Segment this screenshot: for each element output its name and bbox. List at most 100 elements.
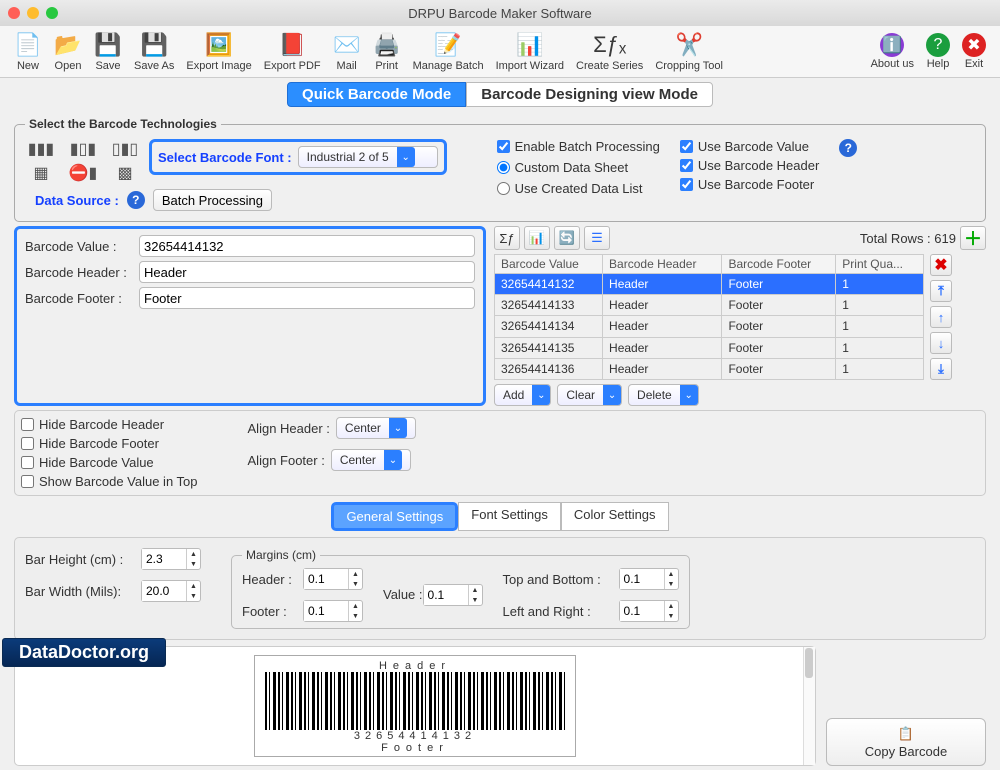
barcode-value-input[interactable] (139, 235, 475, 257)
mail-icon: ✉️ (333, 31, 361, 59)
print-icon: 🖨️ (373, 31, 401, 59)
toolbar-print[interactable]: 🖨️Print (367, 28, 407, 75)
hide-header-checkbox[interactable] (21, 418, 34, 431)
align-header-select[interactable]: Center⌄ (336, 417, 416, 439)
save-icon: 💾 (94, 31, 122, 59)
scrollbar[interactable] (803, 647, 815, 765)
main-toolbar: 📄New📂Open💾Save💾Save As🖼️Export Image📕Exp… (0, 26, 1000, 78)
watermark: DataDoctor.org (2, 638, 166, 667)
barcode-font-select[interactable]: Industrial 2 of 5⌄ (298, 146, 438, 168)
move-down-button[interactable]: ↓ (930, 332, 952, 354)
clear-button[interactable]: Clear⌄ (557, 384, 622, 406)
barcode-type-icons[interactable]: ▮▮▮▮▯▮▯▮▯ ▦⛔▮▩ (25, 139, 141, 183)
margin-footer-input[interactable]: ▲▼ (303, 600, 363, 622)
tab-quick-mode[interactable]: Quick Barcode Mode (287, 82, 466, 107)
import-wizard-icon: 📊 (516, 31, 544, 59)
series-icon[interactable]: Σƒ (494, 226, 520, 250)
exit-icon: ✖ (962, 33, 986, 57)
enable-batch-checkbox[interactable] (497, 140, 510, 153)
align-footer-select[interactable]: Center⌄ (331, 449, 411, 471)
barcode-values-box: Barcode Value : Barcode Header : Barcode… (14, 226, 486, 406)
custom-sheet-radio[interactable] (497, 161, 510, 174)
font-label: Select Barcode Font : (158, 150, 292, 165)
toolbar-import-wizard[interactable]: 📊Import Wizard (490, 28, 570, 75)
manage-batch-icon: 📝 (434, 31, 462, 59)
open-icon: 📂 (54, 31, 82, 59)
delete-row-button[interactable]: ✖ (930, 254, 952, 276)
bar-width-input[interactable]: ▲▼ (141, 580, 201, 602)
move-top-button[interactable]: ⤒ (930, 280, 952, 302)
about us-icon: ℹ️ (880, 33, 904, 57)
bar-height-input[interactable]: ▲▼ (141, 548, 201, 570)
use-value-checkbox[interactable] (680, 140, 693, 153)
move-up-button[interactable]: ↑ (930, 306, 952, 328)
create-series-icon: Σƒₓ (596, 31, 624, 59)
created-list-radio[interactable] (497, 182, 510, 195)
barcode-header-input[interactable] (139, 261, 475, 283)
list-icon[interactable]: ☰ (584, 226, 610, 250)
tab-general-settings[interactable]: General Settings (331, 502, 458, 531)
tab-design-mode[interactable]: Barcode Designing view Mode (466, 82, 713, 107)
show-value-top-checkbox[interactable] (21, 475, 34, 488)
toolbar-save[interactable]: 💾Save (88, 28, 128, 75)
value-label: Barcode Value : (25, 239, 135, 254)
table-row[interactable]: 32654414136HeaderFooter1 (495, 358, 924, 379)
margin-tb-input[interactable]: ▲▼ (619, 568, 679, 590)
table-row[interactable]: 32654414135HeaderFooter1 (495, 337, 924, 358)
copy-barcode-button[interactable]: 📋 Copy Barcode (826, 718, 986, 766)
toolbar-exit[interactable]: ✖Exit (956, 28, 992, 75)
add-button[interactable]: Add⌄ (494, 384, 551, 406)
toolbar-manage-batch[interactable]: 📝Manage Batch (407, 28, 490, 75)
export-pdf-icon: 📕 (278, 31, 306, 59)
barcode-footer-input[interactable] (139, 287, 475, 309)
add-row-button[interactable]: ＋ (960, 226, 986, 250)
save-as-icon: 💾 (140, 31, 168, 59)
margin-header-input[interactable]: ▲▼ (303, 568, 363, 590)
excel-icon[interactable]: 📊 (524, 226, 550, 250)
toolbar-save-as[interactable]: 💾Save As (128, 28, 180, 75)
datasource-button[interactable]: Batch Processing (153, 189, 272, 211)
margin-lr-input[interactable]: ▲▼ (619, 600, 679, 622)
toolbar-export-pdf[interactable]: 📕Export PDF (258, 28, 327, 75)
new-icon: 📄 (14, 31, 42, 59)
toolbar-mail[interactable]: ✉️Mail (327, 28, 367, 75)
toolbar-about-us[interactable]: ℹ️About us (865, 28, 920, 75)
footer-label: Barcode Footer : (25, 291, 135, 306)
column-header[interactable]: Barcode Header (603, 255, 722, 274)
tab-color-settings[interactable]: Color Settings (561, 502, 669, 531)
datasource-label: Data Source : (35, 193, 119, 208)
window-title: DRPU Barcode Maker Software (0, 6, 1000, 21)
copy-icon: 📋 (898, 726, 914, 742)
refresh-icon[interactable]: 🔄 (554, 226, 580, 250)
table-row[interactable]: 32654414132HeaderFooter1 (495, 274, 924, 295)
toolbar-create-series[interactable]: ΣƒₓCreate Series (570, 28, 649, 75)
use-header-checkbox[interactable] (680, 159, 693, 172)
font-select-highlight: Select Barcode Font : Industrial 2 of 5⌄ (149, 139, 447, 175)
column-header[interactable]: Barcode Value (495, 255, 603, 274)
toolbar-cropping-tool[interactable]: ✂️Cropping Tool (649, 28, 729, 75)
help-icon: ? (926, 33, 950, 57)
use-footer-checkbox[interactable] (680, 178, 693, 191)
help-icon[interactable]: ? (839, 139, 857, 157)
move-bottom-button[interactable]: ⤓ (930, 358, 952, 380)
column-header[interactable]: Print Qua... (836, 255, 924, 274)
delete-button[interactable]: Delete⌄ (628, 384, 699, 406)
toolbar-new[interactable]: 📄New (8, 28, 48, 75)
table-row[interactable]: 32654414133HeaderFooter1 (495, 295, 924, 316)
general-settings-panel: Bar Height (cm) :▲▼ Bar Width (Mils):▲▼ … (14, 537, 986, 640)
toolbar-export-image[interactable]: 🖼️Export Image (180, 28, 257, 75)
hide-footer-checkbox[interactable] (21, 437, 34, 450)
tech-legend: Select the Barcode Technologies (25, 117, 221, 131)
column-header[interactable]: Barcode Footer (722, 255, 836, 274)
help-icon[interactable]: ? (127, 191, 145, 209)
tab-font-settings[interactable]: Font Settings (458, 502, 561, 531)
hide-value-checkbox[interactable] (21, 456, 34, 469)
batch-table[interactable]: Barcode ValueBarcode HeaderBarcode Foote… (494, 254, 924, 380)
cropping-tool-icon: ✂️ (675, 31, 703, 59)
header-label: Barcode Header : (25, 265, 135, 280)
toolbar-open[interactable]: 📂Open (48, 28, 88, 75)
barcode-tech-group: Select the Barcode Technologies ▮▮▮▮▯▮▯▮… (14, 117, 986, 222)
table-row[interactable]: 32654414134HeaderFooter1 (495, 316, 924, 337)
margin-value-input[interactable]: ▲▼ (423, 584, 483, 606)
toolbar-help[interactable]: ?Help (920, 28, 956, 75)
